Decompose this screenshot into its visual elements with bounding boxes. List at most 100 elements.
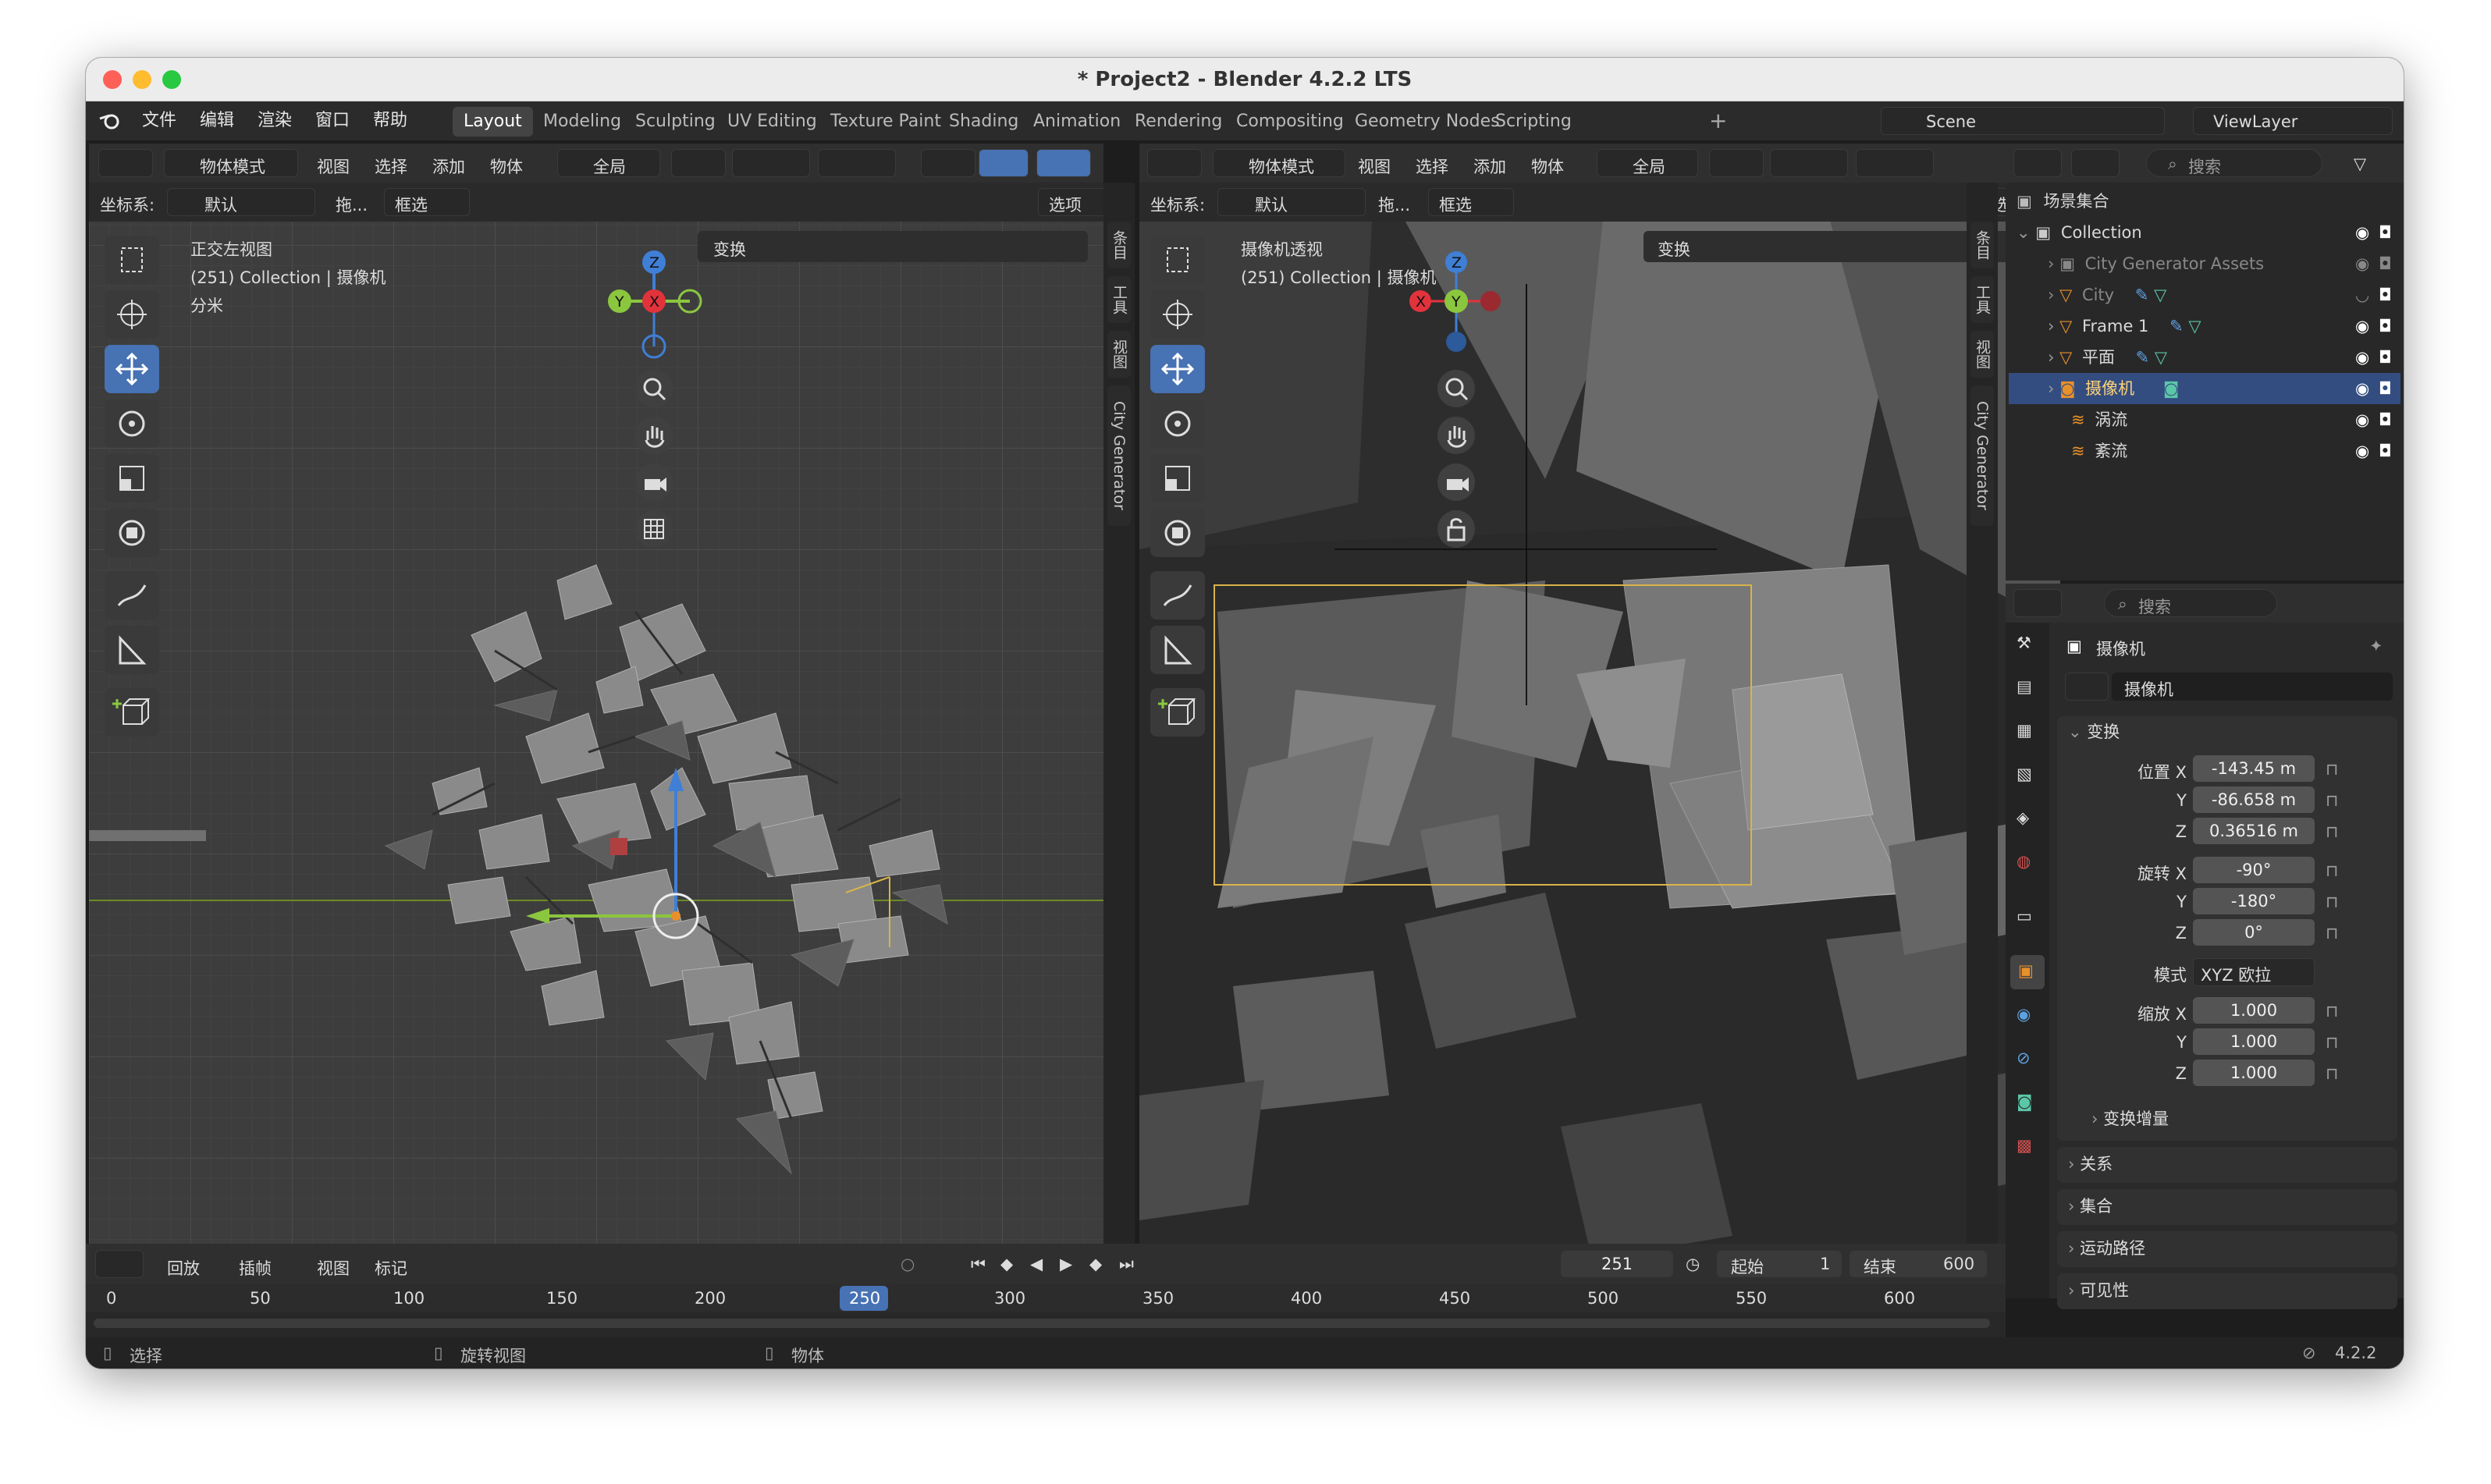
lock-icon[interactable]: ⊓ <box>2326 1033 2338 1052</box>
gizmo-toggle-icon[interactable] <box>979 149 1029 177</box>
proportional-edit-icon[interactable] <box>1856 149 1934 177</box>
cursor-tool[interactable] <box>1150 290 1205 339</box>
editor-type-icon[interactable] <box>95 1250 144 1278</box>
render-camera-icon[interactable]: ◘ <box>2379 410 2392 429</box>
physics-tab-icon[interactable]: ◉ <box>2017 1005 2031 1024</box>
render-camera-icon[interactable]: ◘ <box>2379 254 2392 273</box>
menu-view[interactable]: 视图 <box>317 1256 350 1280</box>
tab-uv-editing[interactable]: UV Editing <box>716 107 828 137</box>
rotation-x-field[interactable]: -90° <box>2193 857 2315 883</box>
jump-start-icon[interactable]: ⏮ <box>971 1255 986 1274</box>
scale-tool[interactable] <box>105 454 159 502</box>
tab-layout[interactable]: Layout <box>453 107 533 137</box>
rotation-z-field[interactable]: 0° <box>2193 919 2315 946</box>
tab-tool[interactable]: 工具 <box>1970 276 1994 323</box>
render-camera-icon[interactable]: ◘ <box>2379 442 2392 460</box>
render-camera-icon[interactable]: ◘ <box>2379 379 2392 398</box>
auto-key-icon[interactable]: ○ <box>901 1255 915 1273</box>
render-tab-icon[interactable]: ▤ <box>2017 677 2032 696</box>
pan-hand-icon[interactable] <box>1437 417 1475 454</box>
output-tab-icon[interactable]: ▦ <box>2017 721 2032 740</box>
menu-view[interactable]: 视图 <box>1358 154 1391 178</box>
menu-add[interactable]: 添加 <box>432 154 465 178</box>
menu-file[interactable]: 文件 <box>142 101 176 140</box>
add-cube-tool[interactable] <box>105 688 159 737</box>
measure-tool[interactable] <box>1150 626 1205 674</box>
tab-texture-paint[interactable]: Texture Paint <box>819 107 952 137</box>
transform-section-header[interactable]: ⌄ 变换 <box>2068 716 2120 747</box>
editor-type-icon[interactable] <box>2013 589 2062 617</box>
zoom-icon[interactable] <box>1437 370 1475 407</box>
search-input[interactable] <box>2104 589 2277 617</box>
snap-icon[interactable] <box>732 149 810 177</box>
play-reverse-icon[interactable]: ◀ <box>1030 1255 1043 1273</box>
tab-item[interactable]: 条目 <box>1970 222 1994 268</box>
visibility-icon[interactable] <box>921 149 975 177</box>
frame-ruler[interactable] <box>86 1284 2006 1312</box>
collection-tab-icon[interactable]: ▭ <box>2017 907 2032 925</box>
lock-icon[interactable]: ⊓ <box>2326 760 2338 779</box>
object-tab-icon[interactable]: ▣ <box>2010 955 2045 989</box>
annotate-tool[interactable] <box>105 571 159 620</box>
next-keyframe-icon[interactable]: ◆ <box>1089 1255 1102 1273</box>
tab-view[interactable]: 视图 <box>1970 331 1994 378</box>
snap-icon[interactable] <box>1770 149 1848 177</box>
menu-select[interactable]: 选择 <box>1416 154 1448 178</box>
viewport-left[interactable]: 物体模式 视图 选择 添加 物体 全局 坐标系: 默认 拖... 框选 选项 正… <box>89 144 1103 1298</box>
menu-marker[interactable]: 标记 <box>375 1256 407 1280</box>
cursor-tool[interactable] <box>105 290 159 339</box>
tab-modeling[interactable]: Modeling <box>532 107 632 137</box>
tab-view[interactable]: 视图 <box>1107 331 1131 378</box>
constraints-tab-icon[interactable]: ⊘ <box>2017 1049 2031 1067</box>
drag-label[interactable]: 拖... <box>1378 193 1410 216</box>
location-y-field[interactable]: -86.658 m <box>2193 786 2315 813</box>
move-tool[interactable] <box>105 345 159 393</box>
lock-icon[interactable]: ⊓ <box>2326 1002 2338 1021</box>
pan-hand-icon[interactable] <box>635 417 673 454</box>
outliner-row-collection[interactable]: ⌄ ▣ Collection <box>2017 217 2391 248</box>
outliner-row-frame-1[interactable]: › ▽ Frame 1 ✎ ▽ <box>2048 311 2391 342</box>
location-z-field[interactable]: 0.36516 m <box>2193 818 2315 844</box>
move-tool[interactable] <box>1150 345 1205 393</box>
delta-transform-header[interactable]: › 变换增量 <box>2091 1103 2169 1134</box>
menu-object[interactable]: 物体 <box>490 154 523 178</box>
tab-tool[interactable]: 工具 <box>1107 276 1131 323</box>
tab-item[interactable]: 条目 <box>1107 222 1131 268</box>
menu-window[interactable]: 窗口 <box>315 101 350 140</box>
scale-y-field[interactable]: 1.000 <box>2193 1028 2315 1055</box>
camera-view-icon[interactable] <box>1437 463 1475 501</box>
editor-type-icon[interactable] <box>1147 149 1202 177</box>
scene-selector[interactable] <box>1881 107 2165 135</box>
pivot-icon[interactable] <box>1709 149 1764 177</box>
filter-icon[interactable]: ▽ <box>2354 154 2366 173</box>
eye-icon[interactable]: ◉ <box>2355 348 2369 367</box>
lock-icon[interactable]: ⊓ <box>2326 893 2338 911</box>
tab-compositing[interactable]: Compositing <box>1225 107 1355 137</box>
annotate-tool[interactable] <box>1150 571 1205 620</box>
editor-type-icon[interactable] <box>2013 149 2062 177</box>
world-tab-icon[interactable]: ◍ <box>2017 852 2031 871</box>
add-cube-tool[interactable] <box>1150 688 1205 737</box>
drag-label[interactable]: 拖... <box>336 193 368 216</box>
transform-tool[interactable] <box>105 509 159 557</box>
editor-type-icon[interactable] <box>98 149 153 177</box>
lock-icon[interactable]: ⊓ <box>2326 1064 2338 1083</box>
lock-icon[interactable]: ⊓ <box>2326 924 2338 943</box>
eye-icon[interactable]: ◉ <box>2355 442 2369 460</box>
scene-tab-icon[interactable]: ◈ <box>2017 808 2029 827</box>
transform-panel[interactable] <box>698 231 1088 262</box>
viewport-right[interactable]: 物体模式 视图 选择 添加 物体 全局 坐标系: 默认 拖... 框选 选项 摄… <box>1139 144 2060 1298</box>
transform-tool[interactable] <box>1150 509 1205 557</box>
texture-tab-icon[interactable]: ▩ <box>2017 1136 2032 1155</box>
rotation-y-field[interactable]: -180° <box>2193 888 2315 914</box>
grid-toggle-icon[interactable] <box>635 510 673 548</box>
tab-sculpting[interactable]: Sculpting <box>624 107 727 137</box>
stopwatch-icon[interactable]: ◷ <box>1686 1255 1700 1273</box>
prev-keyframe-icon[interactable]: ◆ <box>1000 1255 1013 1273</box>
scene-collection-row[interactable]: ▣ 场景集合 <box>2017 186 2391 217</box>
lock-icon[interactable]: ⊓ <box>2326 791 2338 810</box>
menu-object[interactable]: 物体 <box>1531 154 1564 178</box>
eye-icon[interactable]: ◉ <box>2355 410 2369 429</box>
outliner-row-turbulence[interactable]: ≋ 紊流 <box>2071 435 2383 467</box>
menu-render[interactable]: 渲染 <box>258 101 292 140</box>
